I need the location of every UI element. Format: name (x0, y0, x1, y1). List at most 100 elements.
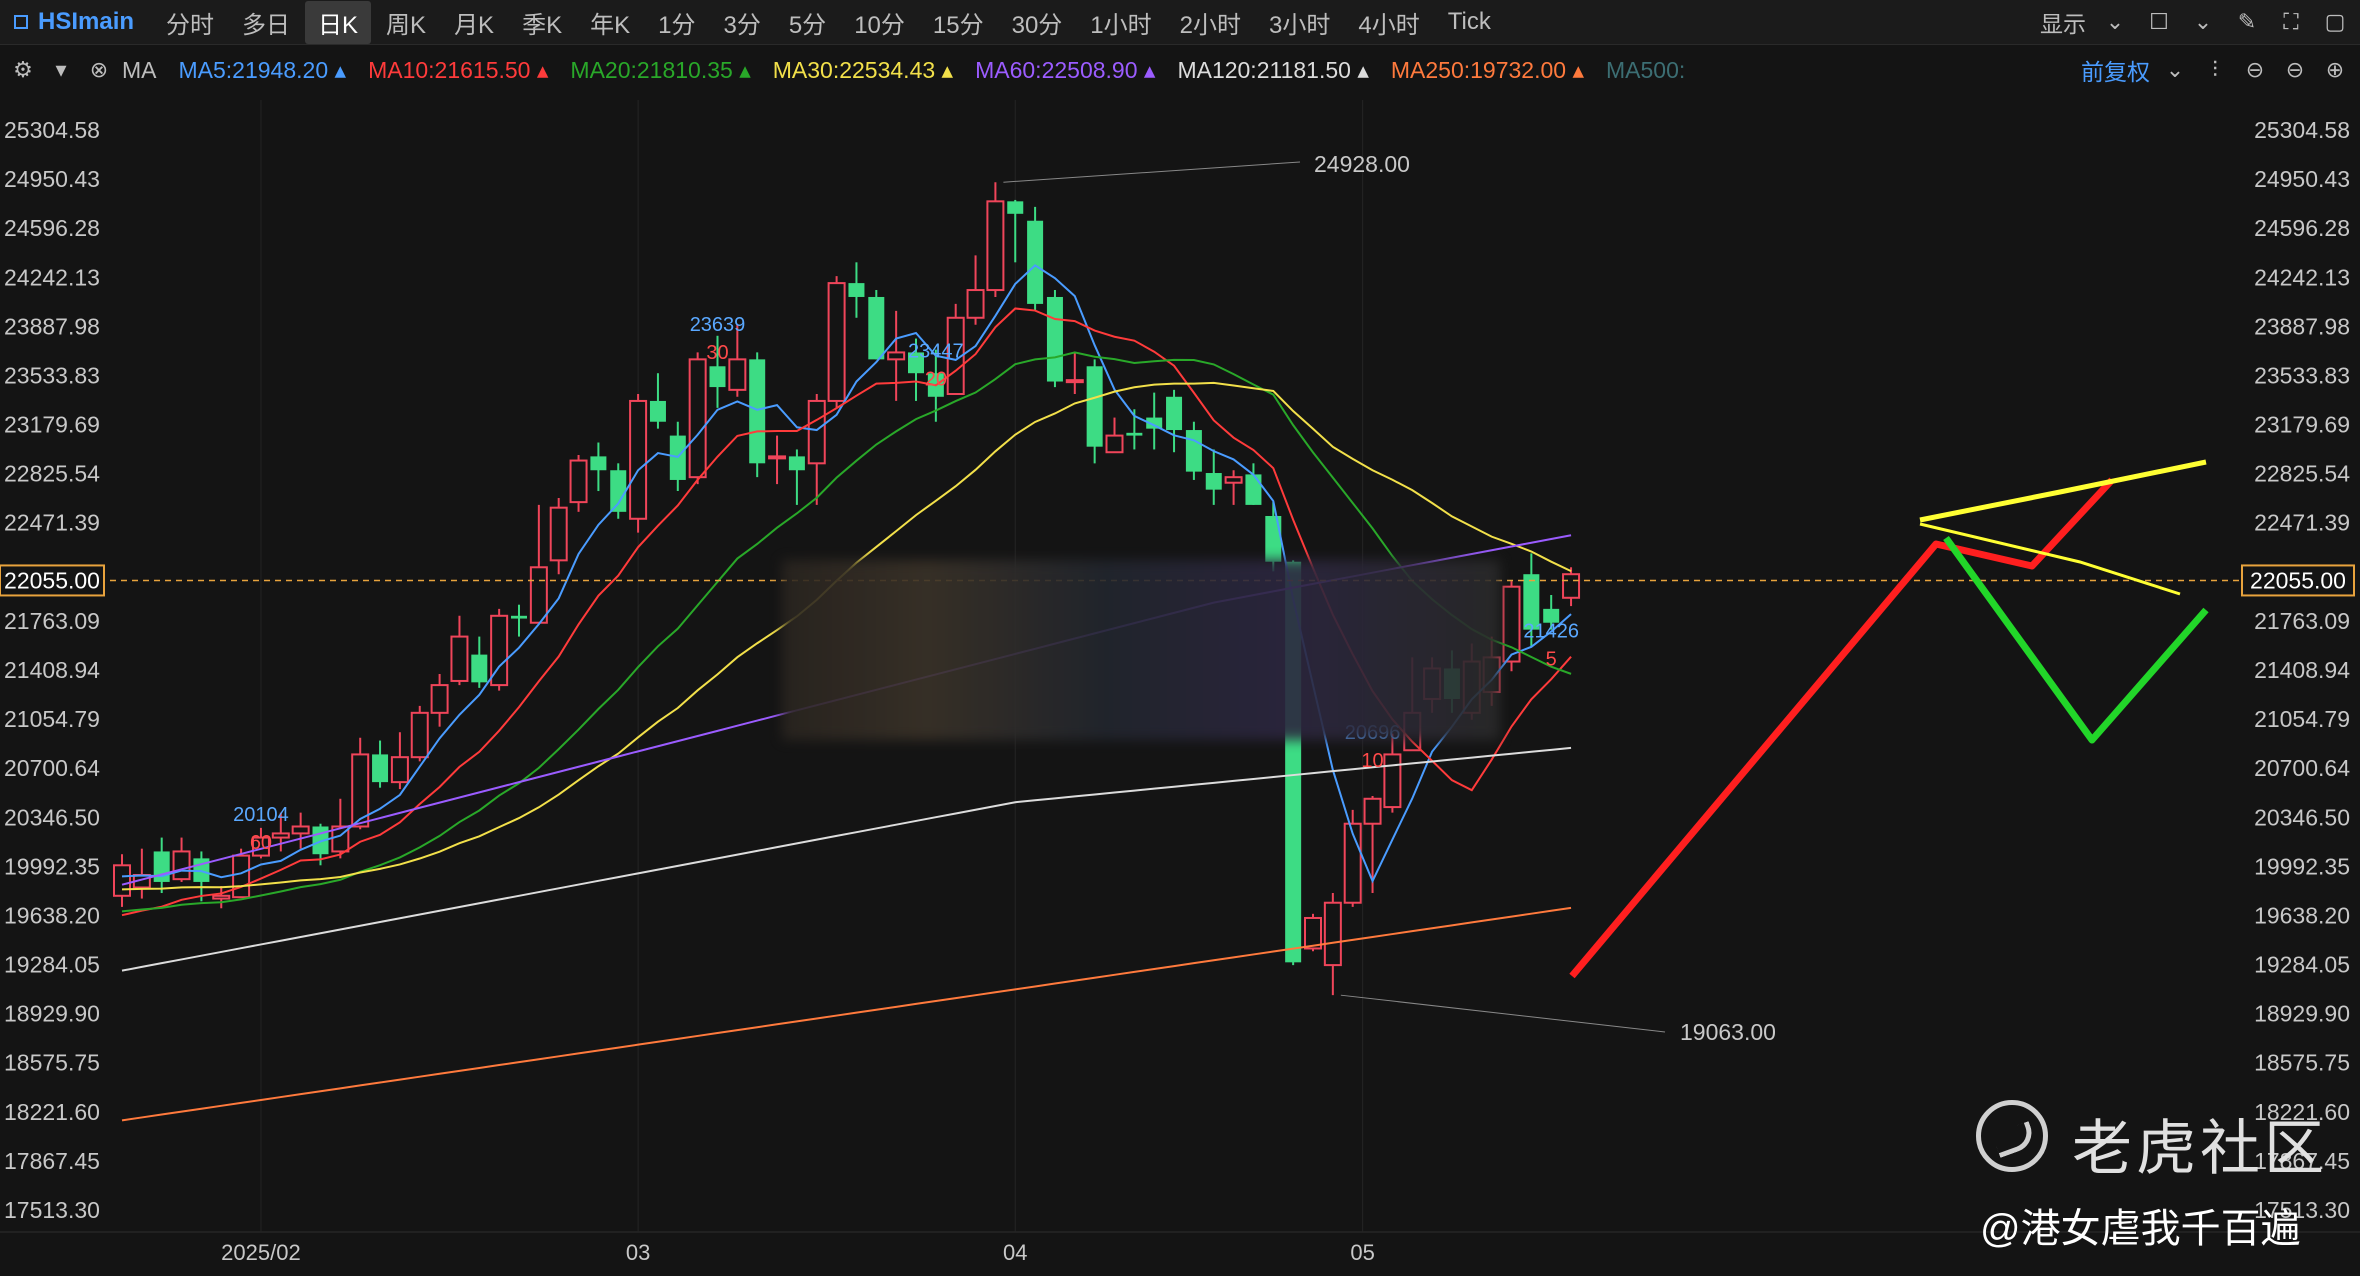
chevron-down-icon[interactable]: ⌄ (2100, 7, 2130, 37)
candle-body[interactable] (1086, 366, 1103, 447)
period-tab[interactable]: 3分 (710, 1, 773, 44)
chevron-down-icon[interactable]: ⌄ (2160, 55, 2190, 85)
candle-body[interactable] (610, 470, 627, 512)
candle-body[interactable] (511, 615, 527, 619)
candle-body[interactable] (709, 366, 726, 388)
candle-body[interactable] (827, 282, 846, 402)
candle-body[interactable] (1007, 201, 1024, 214)
candle-body[interactable] (1065, 379, 1084, 384)
ma-value: MA250:19732.00 ▴ (1390, 56, 1585, 83)
y-tick-label-left: 17513.30 (4, 1197, 100, 1223)
candle-body[interactable] (549, 506, 568, 562)
gear-icon[interactable]: ⚙ (8, 55, 38, 85)
candle-body[interactable] (390, 756, 409, 784)
candle-body[interactable] (590, 456, 607, 471)
candle-body[interactable] (291, 825, 310, 835)
candle-body[interactable] (788, 456, 805, 471)
candle-body[interactable] (887, 351, 906, 361)
chevron-down-icon[interactable]: ⌄ (2188, 7, 2218, 37)
candle-body[interactable] (649, 400, 666, 422)
period-tab[interactable]: 年K (577, 1, 643, 44)
candle-body[interactable] (728, 358, 747, 391)
window-icon[interactable]: ▢ (2320, 7, 2350, 37)
candle-body[interactable] (1265, 515, 1282, 562)
candle-body[interactable] (848, 283, 865, 297)
dropdown-circle-icon[interactable]: ▾ (46, 55, 76, 85)
candle-body[interactable] (1245, 474, 1262, 505)
period-tab[interactable]: 5分 (776, 1, 839, 44)
candle-body[interactable] (471, 654, 488, 683)
y-tick-label-right: 23887.98 (2254, 313, 2350, 339)
layout-square-icon[interactable]: ☐ (2144, 7, 2174, 37)
period-tab[interactable]: 周K (373, 1, 439, 44)
period-tab[interactable]: 3小时 (1256, 1, 1343, 44)
peak-value-annotation: 23447 (908, 340, 964, 362)
candle-body[interactable] (1185, 430, 1202, 472)
indicator-bar-right: 前复权 ⌄ ⫶ ⊖ ⊖ ⊕ (2081, 48, 2350, 92)
minus-circle-icon[interactable]: ⊖ (2280, 55, 2310, 85)
period-tab[interactable]: 30分 (999, 1, 1076, 44)
candle-body[interactable] (430, 684, 449, 714)
candle-body[interactable] (868, 296, 885, 360)
candle-body[interactable] (212, 894, 231, 900)
candle-body[interactable] (629, 399, 648, 520)
candle-body[interactable] (1562, 573, 1581, 599)
period-tab[interactable]: 4小时 (1345, 1, 1432, 44)
candle-body[interactable] (1323, 901, 1342, 967)
display-menu[interactable]: 显示 (2040, 5, 2086, 39)
candle-body[interactable] (1205, 473, 1222, 490)
period-tab[interactable]: 1小时 (1077, 1, 1164, 44)
candle-body[interactable] (410, 711, 429, 759)
x-tick-label: 04 (1003, 1240, 1027, 1265)
candle-body[interactable] (1046, 296, 1063, 382)
y-tick-label-left: 23533.83 (4, 362, 100, 388)
fullscreen-icon[interactable]: ⛶ (2276, 7, 2306, 37)
candle-body[interactable] (688, 358, 707, 479)
period-tab[interactable]: 分时 (153, 1, 227, 44)
period-tab[interactable]: 日K (305, 0, 372, 44)
candle-body[interactable] (232, 854, 251, 899)
candle-body[interactable] (113, 864, 131, 897)
candle-body[interactable] (749, 359, 766, 464)
draw-pen-icon[interactable]: ✎ (2232, 7, 2262, 37)
period-tab[interactable]: 多日 (229, 1, 303, 44)
candle-body[interactable] (807, 399, 826, 465)
watermark-author: @港女虐我千百遍 (1980, 1207, 2301, 1251)
indicator-settings-icon[interactable]: ⫶ (2200, 55, 2230, 85)
minus-circle-icon[interactable]: ⊖ (2240, 55, 2270, 85)
y-tick-label-left: 18221.60 (4, 1099, 100, 1125)
period-tab[interactable]: 15分 (920, 1, 997, 44)
y-tick-label-right: 19992.35 (2254, 853, 2350, 879)
candle-body[interactable] (569, 459, 588, 504)
period-tab[interactable]: Tick (1435, 4, 1504, 40)
candle-body[interactable] (450, 635, 469, 682)
candle-body[interactable] (986, 200, 1005, 292)
period-tab[interactable]: 10分 (841, 1, 918, 44)
plus-circle-icon[interactable]: ⊕ (2320, 55, 2350, 85)
candle-body[interactable] (1383, 753, 1402, 809)
close-circle-icon[interactable]: ⊗ (84, 55, 114, 85)
blurred-region (782, 560, 1500, 740)
candle-body[interactable] (172, 850, 191, 881)
y-tick-label-left: 21054.79 (4, 706, 100, 732)
y-tick-label-right: 24242.13 (2254, 264, 2350, 290)
period-tab[interactable]: 2小时 (1167, 1, 1254, 44)
symbol-selector[interactable]: HSImain (0, 8, 152, 36)
candle-body[interactable] (153, 851, 170, 882)
candle-body[interactable] (1224, 476, 1243, 484)
candle-body[interactable] (768, 455, 787, 460)
candle-body[interactable] (372, 754, 389, 783)
period-tab[interactable]: 季K (509, 1, 575, 44)
candle-body[interactable] (966, 289, 985, 319)
candle-body[interactable] (271, 832, 290, 839)
candle-body[interactable] (1105, 434, 1124, 454)
period-tab[interactable]: 月K (441, 1, 507, 44)
period-tab[interactable]: 1分 (645, 1, 708, 44)
candle-body[interactable] (1027, 220, 1044, 304)
indicator-type[interactable]: MA (122, 57, 157, 84)
candle-body[interactable] (1126, 432, 1143, 436)
candle-body[interactable] (1166, 396, 1183, 431)
candle-body[interactable] (1363, 797, 1382, 825)
adjust-mode-menu[interactable]: 前复权 (2081, 53, 2150, 87)
candle-body[interactable] (529, 566, 548, 624)
